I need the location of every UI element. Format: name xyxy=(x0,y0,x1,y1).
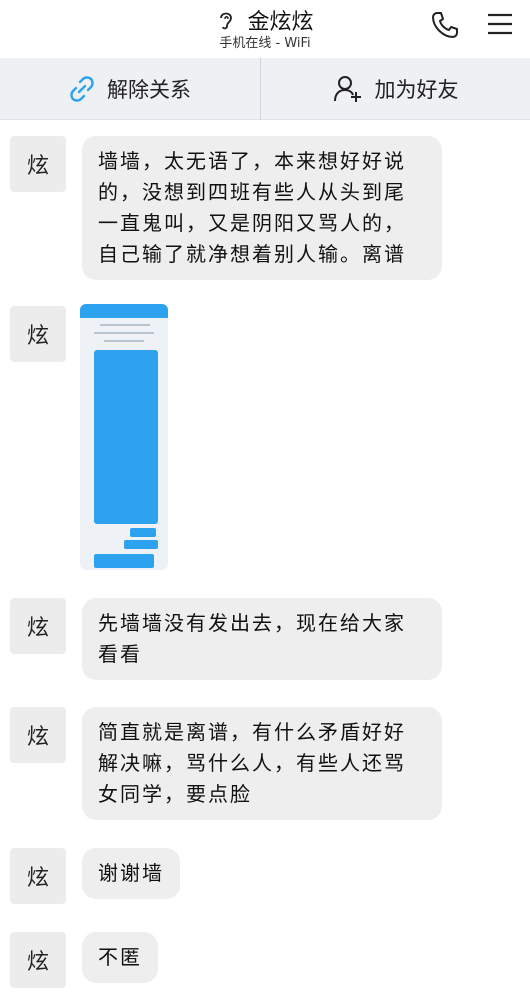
unfriend-label: 解除关系 xyxy=(107,78,191,102)
avatar[interactable]: 炫 xyxy=(10,136,66,192)
action-bar: 解除关系 加为好友 xyxy=(0,58,530,120)
add-user-icon xyxy=(333,76,361,102)
screenshot-line xyxy=(100,324,150,326)
broken-link-icon xyxy=(70,76,94,102)
screenshot-line xyxy=(94,332,154,334)
screenshot-topbar xyxy=(80,304,168,318)
avatar[interactable]: 炫 xyxy=(10,598,66,654)
screenshot-bubble xyxy=(94,554,154,568)
image-message[interactable] xyxy=(80,304,168,570)
message-bubble: 不匿 xyxy=(82,932,158,983)
message-bubble: 先墙墙没有发出去，现在给大家看看 xyxy=(82,598,442,680)
screenshot-bubble xyxy=(124,540,158,549)
message-bubble: 谢谢墙 xyxy=(82,848,180,899)
avatar[interactable]: 炫 xyxy=(10,848,66,904)
ear-icon xyxy=(220,12,233,30)
unfriend-button[interactable]: 解除关系 xyxy=(0,58,260,120)
avatar[interactable]: 炫 xyxy=(10,306,66,362)
phone-icon[interactable] xyxy=(430,10,460,40)
add-friend-button[interactable]: 加为好友 xyxy=(261,58,530,120)
chat-header: 金炫炫 手机在线 - WiFi xyxy=(0,0,530,58)
add-friend-label: 加为好友 xyxy=(374,78,459,102)
avatar[interactable]: 炫 xyxy=(10,932,66,988)
avatar[interactable]: 炫 xyxy=(10,707,66,763)
message-bubble: 墙墙，太无语了，本来想好好说的，没想到四班有些人从头到尾一直鬼叫，又是阴阳又骂人… xyxy=(82,136,442,280)
screenshot-line xyxy=(104,340,144,342)
screenshot-message-block xyxy=(94,350,158,524)
screenshot-bubble xyxy=(130,528,156,537)
menu-icon[interactable] xyxy=(486,12,514,36)
message-bubble: 简直就是离谱，有什么矛盾好好解决嘛，骂什么人，有些人还骂女同学，要点脸 xyxy=(82,707,442,820)
